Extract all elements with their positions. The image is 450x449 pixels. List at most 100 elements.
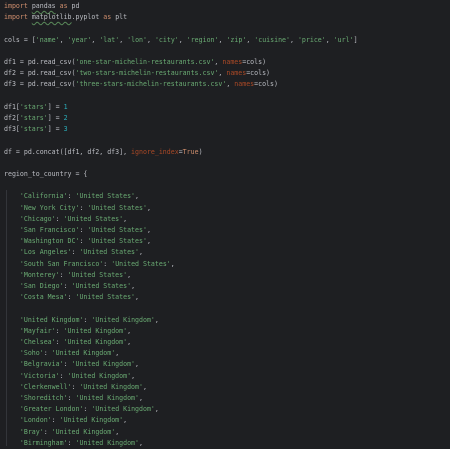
code-token: as xyxy=(59,2,68,10)
code-token: pandas xyxy=(31,2,56,10)
code-token: : xyxy=(63,282,72,290)
code-token: import xyxy=(4,13,28,22)
code-token: plt xyxy=(111,13,128,22)
code-token: , xyxy=(115,349,120,358)
code-editor[interactable]: import pandas as pd import matplotlib.pyp… xyxy=(0,0,450,447)
code-token: 3 xyxy=(63,125,68,134)
code-line[interactable]: df1['stars'] = 1 xyxy=(4,102,68,113)
code-line[interactable]: 'San Francisco': 'United States', xyxy=(4,225,151,236)
code-token: , xyxy=(178,35,187,44)
code-token: 'United Kingdom' xyxy=(91,315,155,324)
code-token: 'United States' xyxy=(75,293,136,302)
code-token: 'London' xyxy=(19,416,52,425)
code-token: : xyxy=(55,326,64,335)
code-token: 'United States' xyxy=(75,192,136,201)
code-token: 'United Kingdom' xyxy=(59,416,124,425)
code-token: 'Chicago' xyxy=(19,214,56,223)
code-line[interactable]: region_to_country = { xyxy=(4,169,87,180)
code-line[interactable]: 'Shoreditch': 'United Kingdom', xyxy=(4,393,143,404)
code-token: 'New York City' xyxy=(19,203,80,212)
code-token: 'lon' xyxy=(127,35,147,44)
code-token: , xyxy=(59,35,68,44)
code-line[interactable]: df = pd.concat([df1, df2, df3], ignore_i… xyxy=(4,147,203,158)
code-token: 'Washington DC' xyxy=(19,237,80,246)
code-line[interactable]: 'Belgravia': 'United Kingdom', xyxy=(4,359,139,370)
code-line[interactable]: 'Washington DC': 'United States', xyxy=(4,236,151,247)
code-token: 'url' xyxy=(333,35,354,44)
code-line[interactable]: 'Birmingham': 'United Kingdom', xyxy=(4,438,143,449)
code-token: ] = xyxy=(47,125,64,134)
code-token: 'United Kingdom' xyxy=(75,438,140,447)
code-token: pd xyxy=(67,2,80,10)
code-line[interactable]: 'Clerkenwell': 'United Kingdom', xyxy=(4,382,147,393)
code-token: , xyxy=(146,226,151,234)
code-token: df3 = pd.read_csv( xyxy=(4,80,76,89)
code-line[interactable]: 'United Kingdom': 'United Kingdom', xyxy=(4,315,159,326)
code-token: 'stars' xyxy=(19,102,48,111)
code-token: 'Los Angeles' xyxy=(19,248,72,257)
code-token: : xyxy=(63,360,72,369)
code-line[interactable]: 'California': 'United States', xyxy=(4,191,139,202)
code-token: 'United Kingdom' xyxy=(63,338,128,346)
code-token: 'lat' xyxy=(99,35,120,44)
code-line[interactable]: 'New York City': 'United States', xyxy=(4,203,151,214)
code-line[interactable]: 'Mayfair': 'United Kingdom', xyxy=(4,326,131,337)
code-token: 'South San Francisco' xyxy=(19,259,104,268)
code-token: 'United States' xyxy=(87,226,147,234)
code-line[interactable]: 'Los Angeles': 'United States', xyxy=(4,247,143,258)
code-line[interactable]: 'Costa Mesa': 'United States', xyxy=(4,292,139,303)
code-token: , xyxy=(146,237,151,246)
code-line[interactable]: 'Soho': 'United Kingdom', xyxy=(4,348,119,359)
code-token: df = pd.concat([df1, df2, df3], xyxy=(4,147,132,156)
code-line[interactable]: df3 = pd.read_csv('three-stars-michelin-… xyxy=(4,79,278,90)
code-token: True xyxy=(182,147,199,156)
code-line[interactable]: 'Monterey': 'United States', xyxy=(4,270,131,281)
code-line[interactable]: 'Chelsea': 'United Kingdom', xyxy=(4,337,131,348)
code-token: , xyxy=(146,203,151,212)
code-line[interactable]: cols = ['name', 'year', 'lat', 'lon', 'c… xyxy=(4,35,358,46)
code-line[interactable]: 'Bray': 'United Kingdom', xyxy=(4,427,119,438)
code-token: : xyxy=(55,214,64,223)
code-line[interactable]: 'Victoria': 'United Kingdom', xyxy=(4,371,135,382)
code-token: , xyxy=(139,438,143,447)
code-token: : xyxy=(43,427,52,436)
code-line[interactable]: 'San Diego': 'United States', xyxy=(4,281,135,292)
code-line[interactable]: 'Greater London': 'United Kingdom', xyxy=(4,404,159,415)
code-token: 'United Kingdom' xyxy=(91,405,155,414)
code-token: , xyxy=(131,282,136,290)
code-token: , xyxy=(139,248,143,257)
code-line[interactable]: df3['stars'] = 3 xyxy=(4,124,68,135)
code-line[interactable]: df1 = pd.read_csv('one-star-michelin-res… xyxy=(4,57,266,68)
code-token: 'one-star-michelin-restaurants.csv' xyxy=(75,58,215,66)
code-token: 'United States' xyxy=(63,214,124,223)
code-line[interactable]: df2 = pd.read_csv('two-stars-michelin-re… xyxy=(4,68,270,79)
code-line[interactable]: import pandas as pd xyxy=(4,1,80,12)
code-token: , xyxy=(139,394,143,402)
code-token: ] = xyxy=(47,102,64,111)
code-line[interactable]: import matplotlib.pyplot as plt xyxy=(4,12,127,23)
code-token: , xyxy=(290,35,298,44)
code-token: 'United Kingdom' xyxy=(71,360,136,369)
code-line[interactable]: 'South San Francisco': 'United States', xyxy=(4,259,175,270)
code-token: 'United States' xyxy=(71,282,132,290)
code-token: , xyxy=(135,192,140,201)
code-line[interactable]: df2['stars'] = 2 xyxy=(4,113,68,124)
code-token: df1 = pd.read_csv( xyxy=(4,58,76,66)
code-line[interactable]: 'London': 'United Kingdom', xyxy=(4,415,127,426)
code-line[interactable]: 'Chicago': 'United States', xyxy=(4,214,127,225)
code-token: 'United States' xyxy=(87,237,147,246)
code-token: , xyxy=(147,35,155,44)
code-token: ) xyxy=(198,147,203,156)
